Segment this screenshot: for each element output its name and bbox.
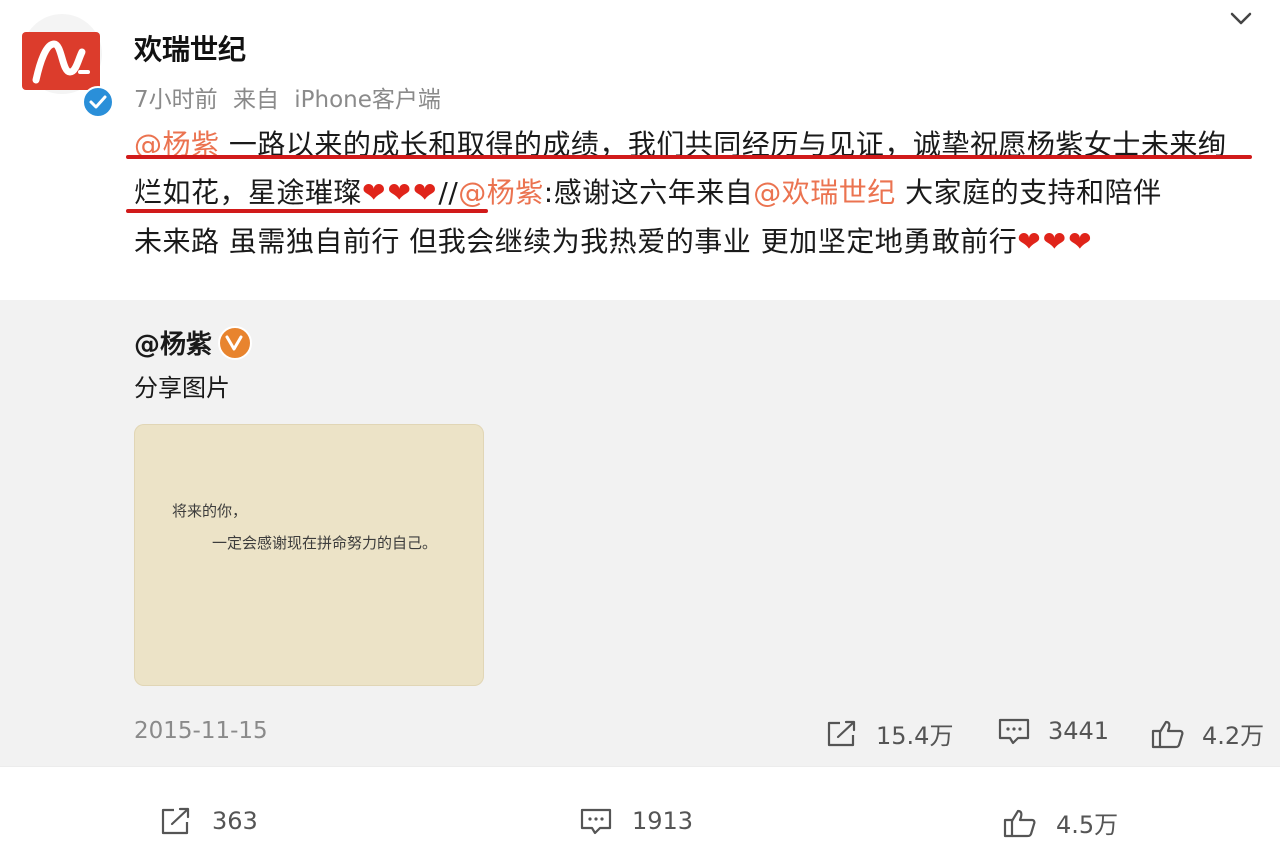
shared-photo[interactable]: 将来的你， 一定会感谢现在拼命努力的自己。 <box>134 424 484 686</box>
like-count: 4.5万 <box>1056 811 1119 839</box>
comment-icon <box>578 805 614 837</box>
post-text: :感谢这六年来自 <box>543 176 754 209</box>
post-text: 烂如花，星途璀璨 <box>134 176 363 209</box>
share-button[interactable]: 363 <box>158 805 258 837</box>
thumbs-up-icon <box>1002 807 1038 839</box>
heart-emoji-icon: ❤❤❤ <box>362 176 439 209</box>
thumbs-up-icon <box>1150 719 1186 749</box>
comment-button[interactable]: 1913 <box>578 805 693 837</box>
verified-blue-icon <box>82 86 114 118</box>
share-icon <box>158 805 194 837</box>
username[interactable]: 欢瑞世纪 <box>134 28 246 68</box>
post-text-line-2: 烂如花，星途璀璨❤❤❤//@杨紫:感谢这六年来自@欢瑞世纪 大家庭的支持和陪伴 <box>134 171 1162 211</box>
post-meta: 7小时前 来自 iPhone客户端 <box>134 80 449 114</box>
photo-text-line-2: 一定会感谢现在拼命努力的自己。 <box>212 534 438 552</box>
verified-v-icon <box>218 326 252 360</box>
time-ago: 7小时前 <box>134 87 218 113</box>
share-count: 363 <box>212 807 258 835</box>
brand-logo-icon <box>22 32 100 90</box>
share-count: 15.4万 <box>876 722 954 750</box>
highlight-underline <box>126 155 1252 159</box>
repost-author[interactable]: @杨紫 <box>134 324 212 361</box>
heart-emoji-icon: ❤❤❤ <box>1017 225 1094 258</box>
separator: // <box>438 176 459 209</box>
comment-icon <box>996 716 1032 746</box>
repost-like-button[interactable]: 4.2万 <box>1150 716 1264 751</box>
like-count: 4.2万 <box>1202 722 1265 750</box>
repost-date: 2015-11-15 <box>134 718 268 744</box>
repost-share-button[interactable]: 15.4万 <box>824 716 953 751</box>
mention-link[interactable]: @杨紫 <box>458 176 544 209</box>
repost-text: 分享图片 <box>134 374 230 402</box>
highlight-underline <box>126 209 488 213</box>
chevron-down-icon[interactable] <box>1228 8 1254 30</box>
mention-link[interactable]: @欢瑞世纪 <box>753 176 896 209</box>
post-text: 未来路 虽需独自前行 但我会继续为我热爱的事业 更加坚定地勇敢前行 <box>134 225 1018 258</box>
post-text-line-3: 未来路 虽需独自前行 但我会继续为我热爱的事业 更加坚定地勇敢前行❤❤❤ <box>134 220 1094 260</box>
source-prefix: 来自 <box>232 87 279 113</box>
source-client[interactable]: iPhone客户端 <box>294 87 441 113</box>
comment-count: 1913 <box>632 807 694 835</box>
post-card: 欢瑞世纪 7小时前 来自 iPhone客户端 @杨紫 一路以来的成长和取得的成绩… <box>0 0 1280 300</box>
share-icon <box>824 719 860 749</box>
post-text: 大家庭的支持和陪伴 <box>895 176 1162 209</box>
repost-comment-button[interactable]: 3441 <box>996 716 1109 746</box>
like-button[interactable]: 4.5万 <box>1002 805 1118 840</box>
photo-text-line-1: 将来的你， <box>172 502 248 520</box>
avatar[interactable] <box>22 14 102 94</box>
comment-count: 3441 <box>1048 717 1110 745</box>
